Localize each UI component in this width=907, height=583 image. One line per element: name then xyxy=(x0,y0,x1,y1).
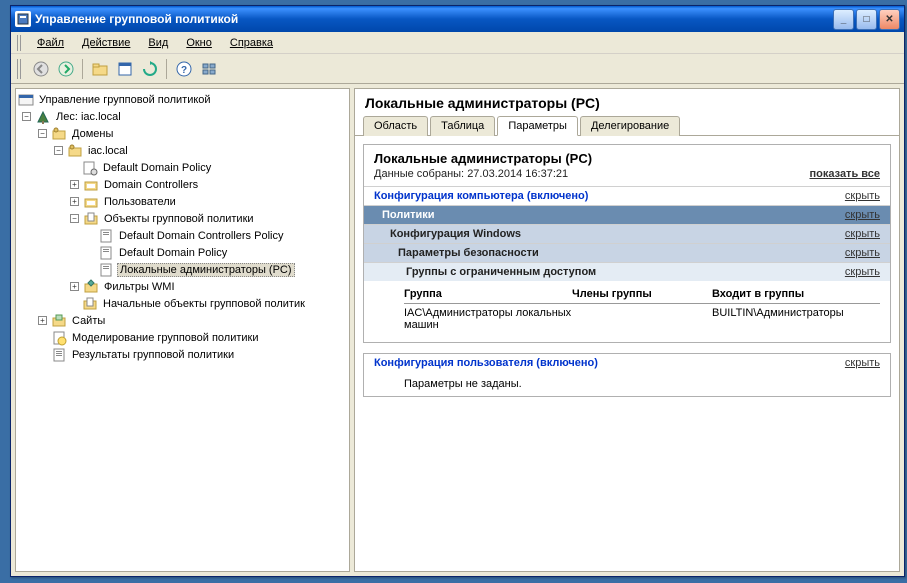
help-button[interactable]: ? xyxy=(172,57,195,80)
collapse-icon[interactable]: − xyxy=(38,129,47,138)
tree-domains[interactable]: − Домены xyxy=(18,125,347,142)
expand-icon[interactable]: + xyxy=(38,316,47,325)
forward-button[interactable] xyxy=(54,57,77,80)
row-computer-config[interactable]: Конфигурация компьютера (включено) скрыт… xyxy=(364,186,890,205)
tree-wmi-filters[interactable]: + Фильтры WMI xyxy=(18,278,347,295)
tree-default-domain-policy-2[interactable]: Default Domain Policy xyxy=(18,244,347,261)
row-windows-config[interactable]: Конфигурация Windows скрыть xyxy=(364,224,890,243)
detail-title: Локальные администраторы (PC) xyxy=(355,89,899,115)
section-user-config: Конфигурация пользователя (включено) скр… xyxy=(363,353,891,397)
tree-starter-gpos[interactable]: Начальные объекты групповой политик xyxy=(18,295,347,312)
hide-link[interactable]: скрыть xyxy=(845,357,880,369)
collapse-icon[interactable]: − xyxy=(54,146,63,155)
tree-results[interactable]: Результаты групповой политики xyxy=(18,346,347,363)
app-icon xyxy=(15,11,31,27)
domains-icon xyxy=(51,126,67,142)
sites-icon xyxy=(51,313,67,329)
tree-users[interactable]: + Пользователи xyxy=(18,193,347,210)
back-button[interactable] xyxy=(29,57,52,80)
tree-sites[interactable]: + Сайты xyxy=(18,312,347,329)
hide-link[interactable]: скрыть xyxy=(845,190,880,202)
tree-domain-controllers[interactable]: + Domain Controllers xyxy=(18,176,347,193)
starter-gpo-icon xyxy=(82,296,98,312)
tab-scope[interactable]: Область xyxy=(363,116,428,136)
svg-text:?: ? xyxy=(180,65,186,76)
domain-icon xyxy=(67,143,83,159)
tab-delegation[interactable]: Делегирование xyxy=(580,116,680,136)
minimize-button[interactable]: _ xyxy=(833,9,854,30)
tree-default-dc-policy[interactable]: Default Domain Controllers Policy xyxy=(18,227,347,244)
params-not-set: Параметры не заданы. xyxy=(364,372,890,396)
tab-table[interactable]: Таблица xyxy=(430,116,495,136)
restricted-groups-table: Группа Члены группы Входит в группы IAC\… xyxy=(364,281,890,342)
maximize-button[interactable]: □ xyxy=(856,9,877,30)
tree-forest[interactable]: − Лес: iac.local xyxy=(18,108,347,125)
toolbar-grip xyxy=(17,59,23,79)
hide-link[interactable]: скрыть xyxy=(845,266,880,278)
expand-icon[interactable]: + xyxy=(70,180,79,189)
view-button[interactable] xyxy=(197,57,220,80)
menu-help[interactable]: Справка xyxy=(222,35,281,51)
toolbar: ? xyxy=(11,54,904,84)
window-title: Управление групповой политикой xyxy=(35,12,833,26)
menu-file[interactable]: Файл xyxy=(29,35,72,51)
tree-modeling[interactable]: Моделирование групповой политики xyxy=(18,329,347,346)
row-user-config[interactable]: Конфигурация пользователя (включено) скр… xyxy=(364,354,890,372)
row-policies[interactable]: Политики скрыть xyxy=(364,205,890,224)
tree-root[interactable]: Управление групповой политикой xyxy=(18,91,347,108)
content-area: Управление групповой политикой − Лес: ia… xyxy=(11,84,904,576)
expand-icon[interactable]: + xyxy=(70,197,79,206)
section-main: Локальные администраторы (PC) Данные соб… xyxy=(363,144,891,343)
gpo-container-icon xyxy=(83,211,99,227)
menubar-grip xyxy=(17,35,23,51)
detail-pane: Локальные администраторы (PC) Область Та… xyxy=(354,88,900,572)
menu-view[interactable]: Вид xyxy=(140,35,176,51)
gpo-icon xyxy=(98,262,114,278)
collapse-icon[interactable]: − xyxy=(70,214,79,223)
tree-domain-iac[interactable]: − iac.local xyxy=(18,142,347,159)
gpo-icon xyxy=(98,228,114,244)
ou-icon xyxy=(83,194,99,210)
menubar: Файл Действие Вид Окно Справка xyxy=(11,32,904,54)
menu-action[interactable]: Действие xyxy=(74,35,138,51)
col-memberof: Входит в группы xyxy=(712,288,880,300)
menu-window[interactable]: Окно xyxy=(178,35,220,51)
gpo-link-icon xyxy=(82,160,98,176)
tab-parameters[interactable]: Параметры xyxy=(497,116,578,136)
wmi-icon xyxy=(83,279,99,295)
hide-link[interactable]: скрыть xyxy=(845,247,880,259)
close-button[interactable]: ✕ xyxy=(879,9,900,30)
modeling-icon xyxy=(51,330,67,346)
expand-icon[interactable]: + xyxy=(70,282,79,291)
properties-button[interactable] xyxy=(113,57,136,80)
gpo-icon xyxy=(98,245,114,261)
section-title: Локальные администраторы (PC) xyxy=(374,151,880,166)
ou-icon xyxy=(83,177,99,193)
tree-gpo-objects[interactable]: − Объекты групповой политики xyxy=(18,210,347,227)
collected-meta: Данные собраны: 27.03.2014 16:37:21 xyxy=(374,168,568,180)
results-icon xyxy=(51,347,67,363)
forest-icon xyxy=(35,109,51,125)
hide-link[interactable]: скрыть xyxy=(845,209,880,221)
show-all-link[interactable]: показать все xyxy=(810,168,881,180)
detail-body[interactable]: Локальные администраторы (PC) Данные соб… xyxy=(355,136,899,571)
refresh-button[interactable] xyxy=(138,57,161,80)
collapse-icon[interactable]: − xyxy=(22,112,31,121)
folder-button[interactable] xyxy=(88,57,111,80)
col-group: Группа xyxy=(404,288,572,300)
tree-pane[interactable]: Управление групповой политикой − Лес: ia… xyxy=(15,88,350,572)
main-window: Управление групповой политикой _ □ ✕ Фай… xyxy=(10,5,905,577)
hide-link[interactable]: скрыть xyxy=(845,228,880,240)
tabs: Область Таблица Параметры Делегирование xyxy=(355,115,899,136)
row-security-params[interactable]: Параметры безопасности скрыть xyxy=(364,243,890,262)
col-members: Члены группы xyxy=(572,288,712,300)
row-restricted-groups[interactable]: Группы с ограниченным доступом скрыть xyxy=(364,262,890,281)
tree-local-admins[interactable]: Локальные администраторы (PC) xyxy=(18,261,347,278)
titlebar: Управление групповой политикой _ □ ✕ xyxy=(11,6,904,32)
tree-default-domain-policy[interactable]: Default Domain Policy xyxy=(18,159,347,176)
table-row: IAC\Администраторы локальных машин BUILT… xyxy=(404,304,880,334)
mmc-icon xyxy=(18,92,34,108)
